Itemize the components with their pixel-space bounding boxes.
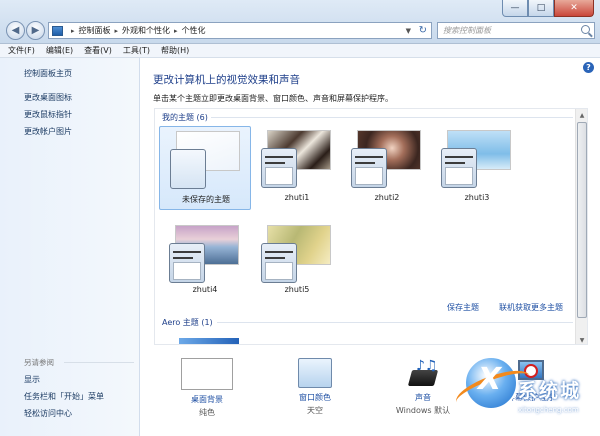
theme-tile-unsaved[interactable]: 未保存的主题 [159, 126, 251, 210]
forward-button[interactable]: ▶ [26, 21, 45, 40]
my-themes-header: 我的主题 (6) [162, 113, 208, 122]
window-color-swatch [169, 243, 205, 283]
breadcrumb-appearance[interactable]: 外观和个性化 [122, 25, 170, 36]
see-also-link-display[interactable]: 显示 [24, 374, 40, 385]
see-also-link-ease-of-access[interactable]: 轻松访问中心 [24, 408, 72, 419]
theme-preview [169, 225, 239, 283]
help-icon[interactable]: ? [583, 62, 594, 73]
setting-value: 纯色 [199, 408, 215, 417]
sidebar-link-home[interactable]: 控制面板主页 [24, 68, 72, 79]
menu-file[interactable]: 文件(F) [8, 45, 35, 56]
aero-themes-header: Aero 主题 (1) [162, 318, 213, 327]
breadcrumb-separator: ▸ [71, 26, 75, 35]
window-color-icon [298, 358, 332, 388]
maximize-button[interactable]: □ [528, 0, 554, 17]
group-divider [211, 117, 573, 118]
theme-name: zhuti4 [192, 285, 218, 294]
theme-tile-zhuti2[interactable]: zhuti2 [341, 126, 433, 210]
search-input[interactable]: 搜索控制面板 [443, 25, 491, 36]
theme-name: 未保存的主题 [182, 195, 230, 204]
navigation-buttons: ◀ ▶ [6, 21, 46, 40]
save-theme-link[interactable]: 保存主题 [447, 302, 479, 313]
watermark-brand: 系统城 [518, 380, 582, 402]
window-color-swatch [261, 148, 297, 188]
breadcrumb-control-panel[interactable]: 控制面板 [79, 25, 111, 36]
theme-name: zhuti3 [464, 193, 490, 202]
aero-theme-preview[interactable] [179, 338, 239, 344]
address-bar[interactable]: ▸ 控制面板 ▸ 外观和个性化 ▸ 个性化 ▼ ↻ [48, 22, 432, 39]
theme-tile-zhuti3[interactable]: zhuti3 [431, 126, 523, 210]
theme-preview [351, 130, 421, 188]
window-controls: — □ ✕ [502, 0, 594, 17]
control-panel-icon [52, 25, 63, 36]
theme-tile-zhuti4[interactable]: zhuti4 [159, 221, 251, 305]
theme-name: zhuti1 [284, 193, 310, 202]
sound-icon: ♪♫ [406, 358, 440, 388]
watermark-logo: X 系统城 xitongcheng.com [451, 348, 594, 428]
menu-tools[interactable]: 工具(T) [123, 45, 150, 56]
menu-help[interactable]: 帮助(H) [161, 45, 189, 56]
breadcrumb-separator[interactable]: ▸ [174, 27, 178, 35]
watermark-url: xitongcheng.com [518, 406, 579, 414]
theme-name: zhuti2 [374, 193, 400, 202]
get-more-themes-link[interactable]: 联机获取更多主题 [499, 302, 563, 313]
window-color-setting[interactable]: 窗口颜色 天空 [270, 358, 360, 416]
search-icon[interactable] [581, 25, 590, 34]
setting-label[interactable]: 桌面背景 [162, 394, 252, 405]
sidebar-link-desktop-icons[interactable]: 更改桌面图标 [24, 92, 72, 103]
theme-tile-zhuti1[interactable]: zhuti1 [251, 126, 343, 210]
theme-tile-zhuti5[interactable]: zhuti5 [251, 221, 343, 305]
menu-edit[interactable]: 编辑(E) [46, 45, 73, 56]
minimize-button[interactable]: — [502, 0, 528, 17]
menu-bar: 文件(F) 编辑(E) 查看(V) 工具(T) 帮助(H) [0, 44, 600, 58]
theme-preview [261, 225, 331, 283]
window-color-swatch [351, 148, 387, 188]
sidebar-link-account-picture[interactable]: 更改帐户图片 [24, 126, 72, 137]
desktop-background-setting[interactable]: 桌面背景 纯色 [162, 358, 252, 418]
group-divider [217, 322, 573, 323]
setting-value: 天空 [307, 406, 323, 415]
breadcrumb-separator[interactable]: ▸ [115, 27, 119, 35]
sidebar-link-mouse-pointer[interactable]: 更改鼠标指针 [24, 109, 72, 120]
page-title: 更改计算机上的视觉效果和声音 [153, 74, 300, 86]
theme-preview [441, 130, 511, 188]
scroll-down-icon[interactable]: ▼ [576, 334, 587, 344]
title-bar: — □ ✕ ◀ ▶ ▸ 控制面板 ▸ 外观和个性化 ▸ 个性化 ▼ ↻ 搜索控制… [0, 0, 600, 44]
theme-preview [170, 131, 240, 189]
close-button[interactable]: ✕ [554, 0, 594, 17]
theme-preview [261, 130, 331, 188]
watermark-x: X [478, 362, 502, 397]
theme-name: zhuti5 [284, 285, 310, 294]
desktop-background-icon [181, 358, 233, 390]
window-color-swatch [441, 148, 477, 188]
see-also-link-taskbar[interactable]: 任务栏和「开始」菜单 [24, 391, 104, 402]
scroll-up-icon[interactable]: ▲ [576, 109, 587, 121]
search-box[interactable]: 搜索控制面板 [437, 22, 595, 39]
scrollbar-thumb[interactable] [577, 122, 587, 318]
window-color-swatch [261, 243, 297, 283]
refresh-icon[interactable]: ↻ [419, 25, 427, 36]
theme-list-scrollbar[interactable]: ▲ ▼ [575, 109, 587, 344]
see-also-divider [64, 362, 134, 363]
window-color-swatch [170, 149, 206, 189]
page-subtitle: 单击某个主题立即更改桌面背景、窗口颜色、声音和屏幕保护程序。 [153, 94, 393, 103]
address-dropdown-icon[interactable]: ▼ [406, 27, 411, 35]
sidebar: 控制面板主页 更改桌面图标 更改鼠标指针 更改帐户图片 另请参阅 显示 任务栏和… [0, 58, 140, 436]
see-also-heading: 另请参阅 [24, 358, 54, 367]
theme-list: 我的主题 (6) 未保存的主题 zhuti1 zhuti2 zhuti3 zhu… [154, 108, 588, 345]
menu-view[interactable]: 查看(V) [84, 45, 112, 56]
setting-label[interactable]: 窗口颜色 [270, 392, 360, 403]
back-button[interactable]: ◀ [6, 21, 25, 40]
breadcrumb-personalization[interactable]: 个性化 [182, 25, 206, 36]
